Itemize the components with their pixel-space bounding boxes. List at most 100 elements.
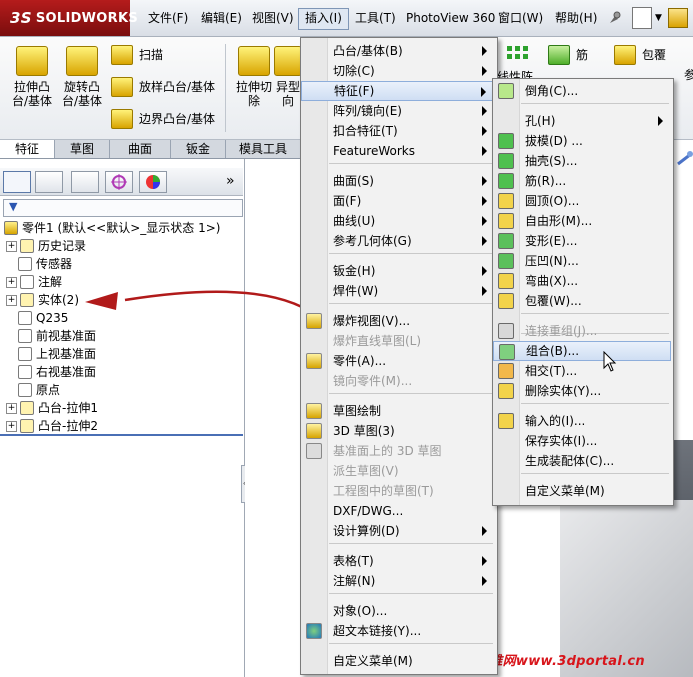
insert-menu-item-part[interactable]: 零件(A)... [301,351,495,371]
feature-menu-item-chamfer[interactable]: 倒角(C)... [493,81,671,101]
insert-menu-item-cut[interactable]: 切除(C) [301,61,495,81]
insert-menu-item-surface[interactable]: 曲面(S) [301,171,495,191]
menu-item-label: 组合(B)... [526,344,580,358]
insert-part-icon [306,353,322,369]
wrap-icon [498,293,514,309]
menu-item-label: 派生草图(V) [333,464,399,478]
menu-item-label: 工程图中的草图(T) [333,484,434,498]
insert-menu-item-object[interactable]: 对象(O)... [301,601,495,621]
indent-icon [498,253,514,269]
menu-item-label: 切除(C) [333,64,375,78]
menu-separator [329,643,493,644]
menu-item-label: DXF/DWG... [333,504,404,518]
insert-menu-item-featureworks[interactable]: FeatureWorks [301,141,495,161]
feature-menu-item-hole[interactable]: 孔(H) [493,111,671,131]
insert-menu-item-hyperlink[interactable]: 超文本链接(Y)... [301,621,495,641]
insert-menu-item-weldments[interactable]: 焊件(W) [301,281,495,301]
flex-icon [498,273,514,289]
menu-item-label: 镜向零件(M)... [333,374,413,388]
menu-item-label: 圆顶(O)... [525,194,580,208]
feature-menu-item-wrap[interactable]: 包覆(W)... [493,291,671,311]
menu-item-label: 保存实体(I)... [525,434,598,448]
sketch-icon [306,403,322,419]
menu-separator [329,303,493,304]
menu-separator [521,473,669,474]
feature-menu-item-delete-body[interactable]: 删除实体(Y)... [493,381,671,401]
submenu-arrow-icon [481,87,486,97]
feature-menu-item-deform[interactable]: 变形(E)... [493,231,671,251]
menu-item-label: 钣金(H) [333,264,376,278]
feature-menu-item-imported[interactable]: 输入的(I)... [493,411,671,431]
feature-menu-item-customize-menu[interactable]: 自定义菜单(M) [493,481,671,501]
insert-menu-item-sketch-from-drawing[interactable]: 工程图中的草图(T) [301,481,495,501]
menu-item-label: 筋(R)... [525,174,567,188]
menu-item-label: 表格(T) [333,554,374,568]
insert-menu-item-customize-menu[interactable]: 自定义菜单(M) [301,651,495,671]
combine-icon [499,344,515,360]
feature-menu-item-create-assembly[interactable]: 生成装配体(C)... [493,451,671,471]
feature-menu-item-flex[interactable]: 弯曲(X)... [493,271,671,291]
feature-menu-item-indent[interactable]: 压凹(N)... [493,251,671,271]
menu-separator [329,543,493,544]
insert-menu-item-design-study[interactable]: 设计算例(D) [301,521,495,541]
menu-item-label: 生成装配体(C)... [525,454,615,468]
submenu-arrow-icon [482,526,487,536]
insert-menu-item-boss-base[interactable]: 凸台/基体(B) [301,41,495,61]
feature-menu-item-draft[interactable]: 拔模(D) ... [493,131,671,151]
insert-menu-item-pattern-mirror[interactable]: 阵列/镜向(E) [301,101,495,121]
insert-menu-item-3d-sketch[interactable]: 3D 草图(3) [301,421,495,441]
menu-item-label: 基准面上的 3D 草图 [333,444,442,458]
hyperlink-icon [306,623,322,639]
feature-menu-item-knit[interactable]: 连接重组(J)... [493,321,671,341]
insert-menu-item-curve[interactable]: 曲线(U) [301,211,495,231]
menu-item-label: 压凹(N)... [525,254,579,268]
submenu-arrow-icon [658,116,663,126]
menu-item-label: 超文本链接(Y)... [333,624,422,638]
3d-sketch-plane-icon [306,443,322,459]
insert-menu-item-derived-sketch[interactable]: 派生草图(V) [301,461,495,481]
insert-menu-item-explode-line-sketch[interactable]: 爆炸直线草图(L) [301,331,495,351]
submenu-arrow-icon [482,106,487,116]
insert-menu-item-fastening-feature[interactable]: 扣合特征(T) [301,121,495,141]
insert-menu-item-dxf-dwg[interactable]: DXF/DWG... [301,501,495,521]
menu-item-label: 凸台/基体(B) [333,44,403,58]
feature-menu-item-combine[interactable]: 组合(B)... [493,341,671,361]
submenu-arrow-icon [482,196,487,206]
insert-menu-item-sketch[interactable]: 草图绘制 [301,401,495,421]
menu-item-label: 3D 草图(3) [333,424,395,438]
menu-item-label: 连接重组(J)... [525,324,598,338]
insert-menu-item-exploded-view[interactable]: 爆炸视图(V)... [301,311,495,331]
imported-icon [498,413,514,429]
delete-body-icon [498,383,514,399]
menu-item-label: 参考几何体(G) [333,234,412,248]
submenu-arrow-icon [482,66,487,76]
feature-menu-item-intersect[interactable]: 相交(T)... [493,361,671,381]
submenu-arrow-icon [482,126,487,136]
menu-item-label: 对象(O)... [333,604,388,618]
insert-menu-item-3d-sketch-on-plane[interactable]: 基准面上的 3D 草图 [301,441,495,461]
insert-menu-item-tables[interactable]: 表格(T) [301,551,495,571]
menu-item-label: 爆炸直线草图(L) [333,334,422,348]
insert-menu-item-annotations[interactable]: 注解(N) [301,571,495,591]
3d-sketch-icon [306,423,322,439]
menu-item-label: 焊件(W) [333,284,379,298]
feature-menu-item-save-bodies[interactable]: 保存实体(I)... [493,431,671,451]
feature-menu-item-rib[interactable]: 筋(R)... [493,171,671,191]
menu-item-label: 自定义菜单(M) [525,484,605,498]
menu-separator [521,103,669,104]
feature-menu-item-freeform[interactable]: 自由形(M)... [493,211,671,231]
submenu-arrow-icon [482,286,487,296]
submenu-arrow-icon [482,266,487,276]
shell-icon [498,153,514,169]
feature-menu-item-shell[interactable]: 抽壳(S)... [493,151,671,171]
menu-item-label: 自由形(M)... [525,214,593,228]
insert-menu: 凸台/基体(B) 切除(C) 特征(F) 阵列/镜向(E) 扣合特征(T) Feature… [300,37,498,675]
menu-item-label: 输入的(I)... [525,414,586,428]
feature-menu-item-dome[interactable]: 圆顶(O)... [493,191,671,211]
insert-menu-item-sheet-metal[interactable]: 钣金(H) [301,261,495,281]
insert-menu-item-mirror-part[interactable]: 镜向零件(M)... [301,371,495,391]
menu-item-label: 相交(T)... [525,364,578,378]
insert-menu-item-features[interactable]: 特征(F) [301,81,495,101]
insert-menu-item-face[interactable]: 面(F) [301,191,495,211]
insert-menu-item-reference-geometry[interactable]: 参考几何体(G) [301,231,495,251]
